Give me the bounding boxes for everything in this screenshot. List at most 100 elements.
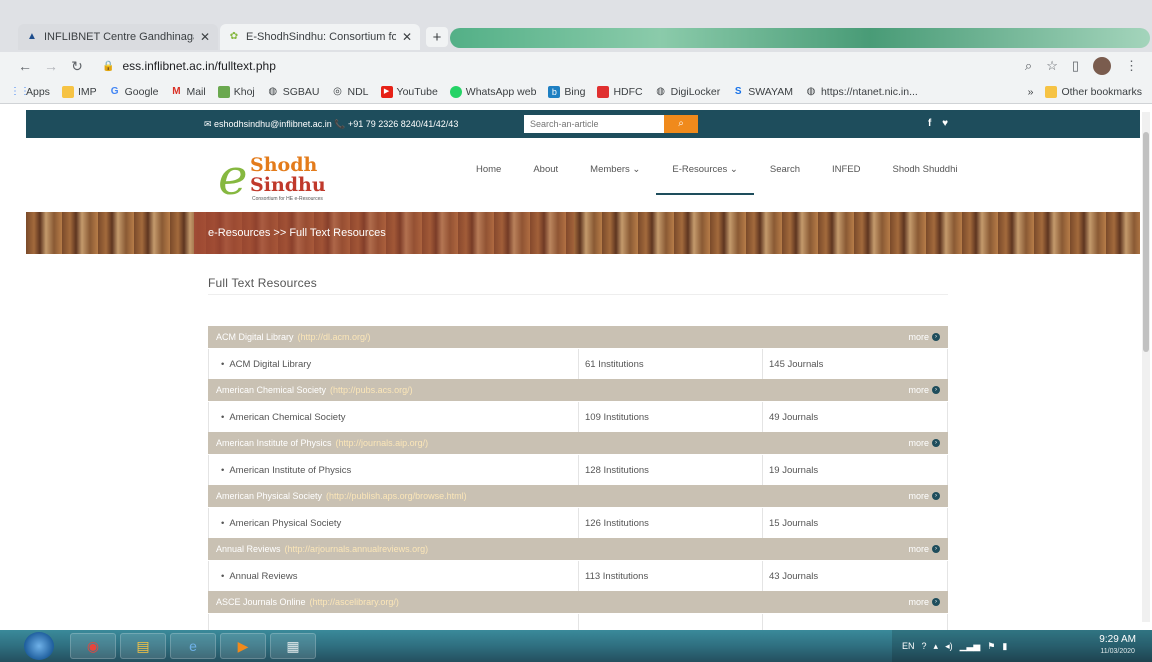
- institutions-count: 113 Institutions: [579, 561, 763, 591]
- hdfc-icon: [597, 85, 610, 98]
- bookmark-khoj[interactable]: Khoj: [217, 85, 255, 98]
- resource-url-link[interactable]: (http://arjournals.annualreviews.org): [285, 544, 429, 554]
- resource-item-link[interactable]: ACM Digital Library: [229, 359, 311, 370]
- webpage-viewport: ✉ eshodhsindhu@inflibnet.ac.in 📞 +91 79 …: [0, 104, 1152, 630]
- more-link[interactable]: more ›: [908, 332, 940, 342]
- browser-tab-strip: ▲ INFLIBNET Centre Gandhinagar ✕ ✿ E-Sho…: [0, 0, 1152, 52]
- more-link[interactable]: more ›: [908, 491, 940, 501]
- flag-icon[interactable]: ⚑: [987, 641, 995, 652]
- social-links[interactable]: f ♥: [928, 118, 952, 129]
- close-tab-icon[interactable]: ✕: [402, 30, 412, 44]
- bookmark-other[interactable]: Other bookmarks: [1045, 85, 1142, 98]
- bookmark-hdfc[interactable]: HDFC: [597, 85, 643, 98]
- bookmark-imp[interactable]: IMP: [61, 85, 97, 98]
- more-link[interactable]: more ›: [908, 544, 940, 554]
- bookmark-star-icon[interactable]: ☆: [1046, 58, 1058, 74]
- address-bar[interactable]: 🔒 ess.inflibnet.ac.in/fulltext.php: [102, 55, 1025, 77]
- institutions-count: 109 Institutions: [579, 402, 763, 432]
- url-text: ess.inflibnet.ac.in/fulltext.php: [122, 59, 276, 73]
- resource-group-header: ACM Digital Library (http://dl.acm.org/)…: [208, 326, 948, 349]
- bookmark-apps[interactable]: ⋮⋮ Apps: [10, 86, 50, 98]
- profile-avatar[interactable]: [1093, 57, 1111, 75]
- chevron-right-icon: ›: [932, 386, 940, 394]
- resource-url-link[interactable]: (http://journals.aip.org/): [336, 438, 429, 448]
- resource-item-link[interactable]: American Chemical Society: [229, 412, 345, 423]
- bookmark-mail[interactable]: M Mail: [170, 86, 205, 98]
- system-clock[interactable]: 9:29 AM 11/03/2020: [1099, 634, 1136, 658]
- nav-home[interactable]: Home: [476, 164, 501, 195]
- article-search-input[interactable]: [524, 115, 664, 133]
- journals-count: 19 Journals: [769, 464, 819, 476]
- resources-table: ACM Digital Library (http://dl.acm.org/)…: [208, 326, 948, 630]
- apps-grid-icon: ⋮⋮: [10, 85, 30, 97]
- battery-icon[interactable]: ▮: [1002, 641, 1007, 652]
- bookmark-youtube[interactable]: ▶ YouTube: [380, 85, 438, 98]
- nav-search[interactable]: Search: [770, 164, 800, 195]
- bookmark-sgbau[interactable]: ◍ SGBAU: [267, 85, 319, 98]
- resource-group-header: American Institute of Physics (http://jo…: [208, 432, 948, 455]
- resource-item-link[interactable]: Annual Reviews: [229, 571, 297, 582]
- forward-arrow-icon[interactable]: →: [40, 58, 62, 74]
- bookmark-bing[interactable]: b Bing: [548, 85, 585, 98]
- scrollbar-thumb[interactable]: [1143, 132, 1149, 352]
- nav-shodh-shuddhi[interactable]: Shodh Shuddhi: [893, 164, 958, 195]
- journals-count: 43 Journals: [769, 570, 819, 582]
- nav-e-resources[interactable]: E-Resources ⌄: [656, 164, 754, 195]
- title-divider: [208, 294, 948, 295]
- show-hidden-icons-icon[interactable]: ▴: [934, 641, 939, 652]
- bookmark-ndl[interactable]: ◎ NDL: [332, 86, 368, 98]
- resource-url-link[interactable]: (http://pubs.acs.org/): [330, 385, 413, 395]
- reload-icon[interactable]: ↻: [66, 58, 88, 75]
- bookmark-whatsapp[interactable]: WhatsApp web: [449, 85, 536, 98]
- language-indicator[interactable]: EN: [902, 641, 915, 651]
- back-arrow-icon[interactable]: ←: [14, 58, 36, 74]
- bookmark-digilocker[interactable]: ◍ DigiLocker: [655, 86, 720, 98]
- bookmark-swayam[interactable]: S SWAYAM: [732, 86, 793, 98]
- search-button[interactable]: ⌕: [664, 115, 698, 133]
- nav-members[interactable]: Members ⌄: [590, 164, 640, 195]
- resource-group-header: Annual Reviews (http://arjournals.annual…: [208, 538, 948, 561]
- inflibnet-favicon-icon: ▲: [27, 31, 37, 42]
- institutions-count: 128 Institutions: [579, 455, 763, 485]
- more-link[interactable]: more ›: [908, 385, 940, 395]
- resource-item-link[interactable]: American Institute of Physics: [229, 465, 351, 476]
- resource-item-link[interactable]: American Physical Society: [229, 518, 341, 529]
- resource-url-link[interactable]: (http://dl.acm.org/): [298, 332, 371, 342]
- network-signal-icon[interactable]: ▁▃▅: [960, 641, 981, 652]
- eshodhsindhu-logo[interactable]: e Shodh Sindhu Consortium for HE e-Resou…: [218, 150, 348, 204]
- chrome-taskbar-icon[interactable]: ◉: [70, 633, 116, 659]
- tab-eshodhsindhu[interactable]: ✿ E-ShodhSindhu: Consortium for ✕: [220, 24, 420, 50]
- volume-icon[interactable]: ◂): [945, 641, 953, 652]
- nav-infed[interactable]: INFED: [832, 164, 861, 195]
- bookmark-ntanet[interactable]: ◍ https://ntanet.nic.in...: [805, 86, 918, 98]
- start-button[interactable]: [24, 632, 54, 660]
- page-banner: e-Resources >> Full Text Resources: [26, 212, 1140, 254]
- zoom-icon[interactable]: ⌕: [1025, 58, 1032, 74]
- bookmarks-overflow-button[interactable]: »: [1028, 86, 1034, 98]
- site-header: e Shodh Sindhu Consortium for HE e-Resou…: [26, 138, 1140, 210]
- help-icon[interactable]: ?: [922, 641, 927, 651]
- tab-inflibnet[interactable]: ▲ INFLIBNET Centre Gandhinagar ✕: [18, 24, 218, 50]
- tab-strip-decoration: [450, 28, 1150, 48]
- close-tab-icon[interactable]: ✕: [200, 30, 210, 44]
- file-explorer-icon[interactable]: ▤: [120, 633, 166, 659]
- site-top-strip: ✉ eshodhsindhu@inflibnet.ac.in 📞 +91 79 …: [26, 110, 1140, 138]
- nav-about[interactable]: About: [533, 164, 558, 195]
- page-scrollbar[interactable]: [1142, 112, 1150, 622]
- resource-url-link[interactable]: (http://publish.aps.org/browse.html): [326, 491, 467, 501]
- more-link[interactable]: more ›: [908, 597, 940, 607]
- media-player-icon[interactable]: ▶: [220, 633, 266, 659]
- eshodhsindhu-favicon-icon: ✿: [229, 31, 239, 42]
- resource-url-link[interactable]: (http://ascelibrary.org/): [310, 597, 399, 607]
- folder-icon: [61, 85, 74, 98]
- globe-icon: ◍: [268, 85, 278, 97]
- new-tab-button[interactable]: +: [426, 27, 448, 47]
- menu-kebab-icon[interactable]: ⋮: [1125, 58, 1138, 74]
- resource-group-header: American Chemical Society (http://pubs.a…: [208, 379, 948, 402]
- bookmark-google[interactable]: G Google: [109, 86, 159, 98]
- more-link[interactable]: more ›: [908, 438, 940, 448]
- institutions-count: 126 Institutions: [579, 508, 763, 538]
- document-app-icon[interactable]: ▦: [270, 633, 316, 659]
- extension-icon[interactable]: ▯: [1072, 58, 1079, 74]
- internet-explorer-icon[interactable]: e: [170, 633, 216, 659]
